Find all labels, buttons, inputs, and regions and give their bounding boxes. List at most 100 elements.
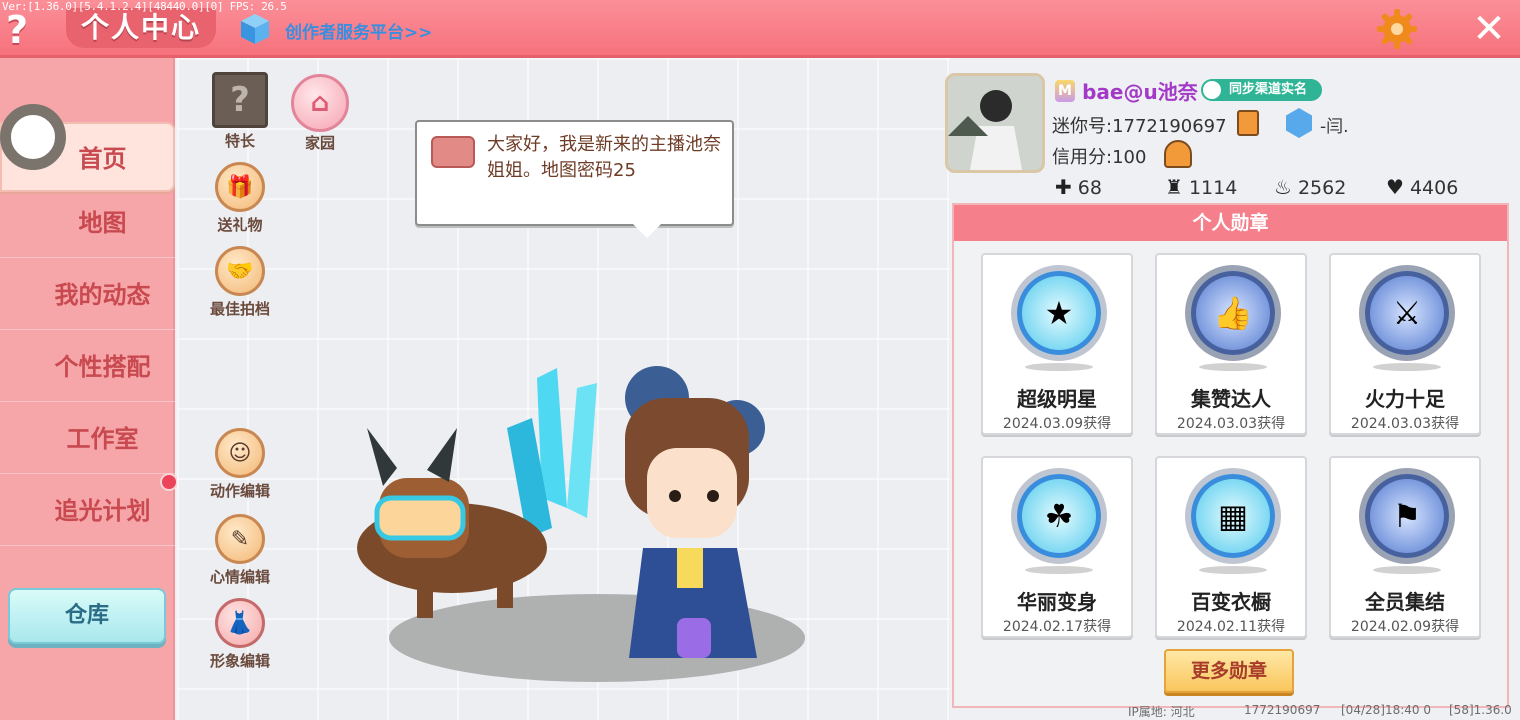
add-friend-icon: ✚ xyxy=(1055,175,1072,199)
fans-icon: ♜ xyxy=(1165,175,1183,199)
badges-header: 个人勋章 xyxy=(954,205,1507,241)
mood-edit-label: 心情编辑 xyxy=(209,568,270,586)
close-icon[interactable]: ✕ xyxy=(1470,9,1508,49)
footer-time: [04/28]18:40 0 xyxy=(1341,703,1431,717)
badge-date: 2024.03.03获得 xyxy=(1176,416,1286,432)
friends-stat[interactable]: ✚ 68 xyxy=(1055,174,1102,200)
top-bar: ? 个人中心 创作者服务平台>> ✕ Ver:[1.36.0][5.4.1.2.… xyxy=(0,0,1520,58)
badge-name: 百变衣橱 xyxy=(1191,590,1271,614)
popularity-stat[interactable]: ♨ 2562 xyxy=(1274,174,1346,200)
badge-card[interactable]: ⚑ 全员集结 2024.02.09获得 xyxy=(1329,456,1481,638)
badge-date: 2024.03.03获得 xyxy=(1350,416,1460,432)
action-edit-label: 动作编辑 xyxy=(209,482,270,500)
friends-count: 68 xyxy=(1077,177,1102,199)
home-label: 家园 xyxy=(304,134,335,152)
sidebar-item-label: 我的动态 xyxy=(54,281,151,309)
fans-stat[interactable]: ♜ 1114 xyxy=(1165,174,1237,200)
wardrobe-medal-icon: ▦ xyxy=(1185,468,1281,564)
copy-icon[interactable] xyxy=(1237,110,1259,136)
profile-avatar[interactable] xyxy=(945,73,1045,173)
name-row: M bae@u池奈 xyxy=(1055,76,1198,104)
house-icon: ⌂ xyxy=(291,74,349,132)
medal-shadow xyxy=(1025,566,1093,574)
send-gift-label: 送礼物 xyxy=(217,216,263,234)
more-badges-button[interactable]: 更多勋章 xyxy=(1164,649,1294,693)
sidebar-item-studio[interactable]: 工作室 xyxy=(0,404,175,474)
team-star-icon xyxy=(1286,108,1312,138)
page-title: 个人中心 xyxy=(66,8,216,48)
specialty-label: 特长 xyxy=(224,132,255,150)
badge-card[interactable]: ☘ 华丽变身 2024.02.17获得 xyxy=(981,456,1133,638)
floating-ball-icon[interactable] xyxy=(0,104,66,170)
cube-icon[interactable] xyxy=(238,12,272,46)
likes-stat[interactable]: ♥ 4406 xyxy=(1386,174,1458,200)
medal-shadow xyxy=(1373,566,1441,574)
sidebar-item-label: 工作室 xyxy=(66,425,139,453)
character-avatar[interactable] xyxy=(357,358,837,698)
fans-count: 1114 xyxy=(1188,177,1238,199)
medal-shadow xyxy=(1025,363,1093,371)
badge-card[interactable]: ▦ 百变衣橱 2024.02.11获得 xyxy=(1155,456,1307,638)
gift-icon: 🎁 xyxy=(215,162,265,212)
debug-overlay: Ver:[1.36.0][5.4.1.2.4][48440.0][0] FPS:… xyxy=(2,0,287,13)
sidebar-item-my-posts[interactable]: 我的动态 xyxy=(0,260,175,330)
sidebar-item-label: 个性搭配 xyxy=(54,353,151,381)
vip-icon: M xyxy=(1055,79,1075,102)
username: bae@u池奈 xyxy=(1082,80,1198,104)
badge-card[interactable]: ⚔ 火力十足 2024.03.03获得 xyxy=(1329,253,1481,435)
flame-icon: ♨ xyxy=(1274,175,1292,199)
image-edit-button[interactable]: 👗 形象编辑 xyxy=(205,598,275,671)
badge-name: 火力十足 xyxy=(1365,387,1445,411)
medal-shadow xyxy=(1199,566,1267,574)
pencil-icon: ✎ xyxy=(215,514,265,564)
medal-shadow xyxy=(1373,363,1441,371)
credit-icon[interactable] xyxy=(1164,140,1192,168)
character-stage: ? 特长 ⌂ 家园 🎁 送礼物 🤝 最佳拍档 ☺ 动作编辑 ✎ 心情编辑 👗 形… xyxy=(177,58,950,720)
question-block-icon: ? xyxy=(212,72,268,128)
sidebar-item-chase-light[interactable]: 追光计划 xyxy=(0,476,175,546)
action-edit-button[interactable]: ☺ 动作编辑 xyxy=(205,428,275,501)
best-partner-label: 最佳拍档 xyxy=(209,300,270,318)
treasure-chest-medal-icon: ⚔ xyxy=(1359,265,1455,361)
notification-dot xyxy=(160,473,178,491)
badge-name: 超级明星 xyxy=(1017,387,1097,411)
likes-count: 4406 xyxy=(1409,177,1459,199)
badges-panel: 个人勋章 ★ 超级明星 2024.03.09获得 👍 集赞达人 2024.03.… xyxy=(952,203,1509,708)
send-gift-button[interactable]: 🎁 送礼物 xyxy=(205,162,275,235)
sidebar-item-label: 首页 xyxy=(78,145,127,173)
badge-name: 华丽变身 xyxy=(1017,590,1097,614)
sidebar-item-outfit[interactable]: 个性搭配 xyxy=(0,332,175,402)
medal-shadow xyxy=(1199,363,1267,371)
specialty-button[interactable]: ? 特长 xyxy=(205,72,275,151)
speech-avatar-icon xyxy=(431,136,475,168)
popularity-count: 2562 xyxy=(1297,177,1347,199)
speech-text: 大家好，我是新来的主播池奈姐姐。地图密码25 xyxy=(487,134,721,181)
home-button[interactable]: ⌂ 家园 xyxy=(285,74,355,153)
star-medal-icon: ★ xyxy=(1011,265,1107,361)
sidebar-item-label: 追光计划 xyxy=(54,497,151,525)
warehouse-button[interactable]: 仓库 xyxy=(8,588,166,644)
badge-card[interactable]: ★ 超级明星 2024.03.09获得 xyxy=(981,253,1133,435)
sidebar-item-map[interactable]: 地图 xyxy=(0,188,175,258)
image-edit-label: 形象编辑 xyxy=(209,652,270,670)
credit-score: 信用分:100 xyxy=(1052,147,1147,168)
best-partner-button[interactable]: 🤝 最佳拍档 xyxy=(205,246,275,319)
badge-card[interactable]: 👍 集赞达人 2024.03.03获得 xyxy=(1155,253,1307,435)
badge-date: 2024.02.11获得 xyxy=(1176,619,1286,635)
badge-date: 2024.02.09获得 xyxy=(1350,619,1460,635)
hearts-icon: ♥ xyxy=(1386,175,1404,199)
team-name: -闫. xyxy=(1320,117,1349,137)
footer-version: [58]1.36.0 xyxy=(1449,703,1512,717)
badge-name: 全员集结 xyxy=(1365,590,1445,614)
help-icon[interactable]: ? xyxy=(6,8,40,52)
ip-location: IP属地: 河北 xyxy=(1128,705,1195,719)
sidebar-item-label: 地图 xyxy=(78,209,127,237)
mood-edit-button[interactable]: ✎ 心情编辑 xyxy=(205,514,275,587)
gear-icon[interactable] xyxy=(1376,8,1418,50)
mini-id: 迷你号:1772190697 xyxy=(1052,116,1227,137)
badge-date: 2024.03.09获得 xyxy=(1002,416,1112,432)
verify-badge[interactable]: 同步渠道实名 xyxy=(1201,79,1322,101)
creator-platform-link[interactable]: 创作者服务平台>> xyxy=(285,18,433,43)
handshake-icon: 🤝 xyxy=(215,246,265,296)
speech-bubble: 大家好，我是新来的主播池奈姐姐。地图密码25 xyxy=(415,120,734,238)
